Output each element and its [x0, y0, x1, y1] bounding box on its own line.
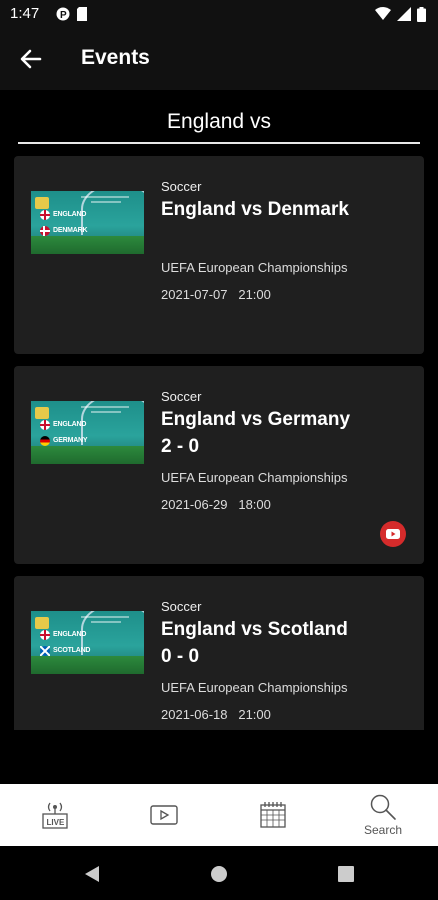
event-title: England vs Germany [161, 409, 351, 430]
svg-text:LIVE: LIVE [47, 818, 65, 827]
play-video-icon [150, 805, 178, 825]
bottom-nav: LIVE Search [0, 784, 438, 846]
home-circle-icon[interactable] [210, 865, 228, 883]
flag-icon [40, 226, 50, 236]
thumb-team2: SCOTLAND [53, 647, 91, 654]
flag-icon [40, 420, 50, 430]
app-bar: Events [0, 28, 438, 90]
event-thumbnail: ENGLAND DENMARK [31, 191, 144, 254]
event-card[interactable]: ENGLAND DENMARK Soccer England vs Denmar… [14, 156, 424, 354]
event-card[interactable]: ENGLAND SCOTLAND Soccer England vs Scotl… [14, 576, 424, 730]
event-date: 2021-06-29 18:00 [161, 497, 271, 512]
event-sport: Soccer [161, 179, 202, 194]
svg-text:P: P [60, 10, 67, 21]
event-competition: UEFA European Championships [161, 470, 348, 485]
event-list[interactable]: ENGLAND DENMARK Soccer England vs Denmar… [0, 150, 438, 730]
notification-icon: P [56, 7, 70, 21]
back-button[interactable] [18, 46, 44, 72]
event-competition: UEFA European Championships [161, 260, 348, 275]
flag-icon [40, 210, 50, 220]
nav-live[interactable]: LIVE [0, 784, 110, 846]
search-query[interactable]: England vs [18, 110, 420, 134]
thumb-team2: DENMARK [53, 227, 88, 234]
event-thumbnail: ENGLAND GERMANY [31, 401, 144, 464]
recents-square-icon[interactable] [338, 866, 354, 882]
thumb-team1: ENGLAND [53, 211, 87, 218]
youtube-icon [386, 529, 400, 539]
back-triangle-icon[interactable] [84, 865, 100, 883]
event-sport: Soccer [161, 389, 202, 404]
event-sport: Soccer [161, 599, 202, 614]
live-icon: LIVE [42, 802, 68, 829]
event-competition: UEFA European Championships [161, 680, 348, 695]
search-icon [370, 794, 396, 820]
trophy-icon [35, 617, 49, 629]
signal-icon [397, 7, 411, 21]
wifi-icon [375, 7, 391, 20]
event-score: 2 - 0 [161, 436, 200, 457]
system-nav-bar [0, 846, 438, 900]
status-right-icons [375, 7, 426, 22]
event-title: England vs Scotland [161, 619, 348, 640]
calendar-icon [260, 802, 286, 828]
video-button[interactable] [380, 521, 406, 547]
flag-icon [40, 646, 50, 656]
search-underline [18, 142, 420, 144]
event-title: England vs Denmark [161, 199, 349, 220]
thumb-team1: ENGLAND [53, 631, 87, 638]
arrow-left-icon [20, 49, 42, 69]
nav-calendar[interactable] [218, 784, 328, 846]
battery-icon [417, 7, 426, 22]
nav-videos[interactable] [109, 784, 219, 846]
event-date: 2021-07-07 21:00 [161, 287, 271, 302]
sd-card-icon [77, 7, 87, 21]
status-left-icons: P [56, 7, 88, 21]
event-card[interactable]: ENGLAND GERMANY Soccer England vs German… [14, 366, 424, 564]
event-score: 0 - 0 [161, 646, 200, 667]
trophy-icon [35, 407, 49, 419]
flag-icon [40, 436, 50, 446]
trophy-icon [35, 197, 49, 209]
thumb-team1: ENGLAND [53, 421, 87, 428]
event-thumbnail: ENGLAND SCOTLAND [31, 611, 144, 674]
event-date: 2021-06-18 21:00 [161, 707, 271, 722]
page-title: Events [81, 46, 150, 69]
nav-search-label: Search [363, 823, 403, 837]
thumb-team2: GERMANY [53, 437, 88, 444]
status-time: 1:47 [10, 5, 40, 22]
flag-icon [40, 630, 50, 640]
status-bar: 1:47 P [0, 0, 438, 28]
nav-search[interactable]: Search [328, 784, 438, 846]
